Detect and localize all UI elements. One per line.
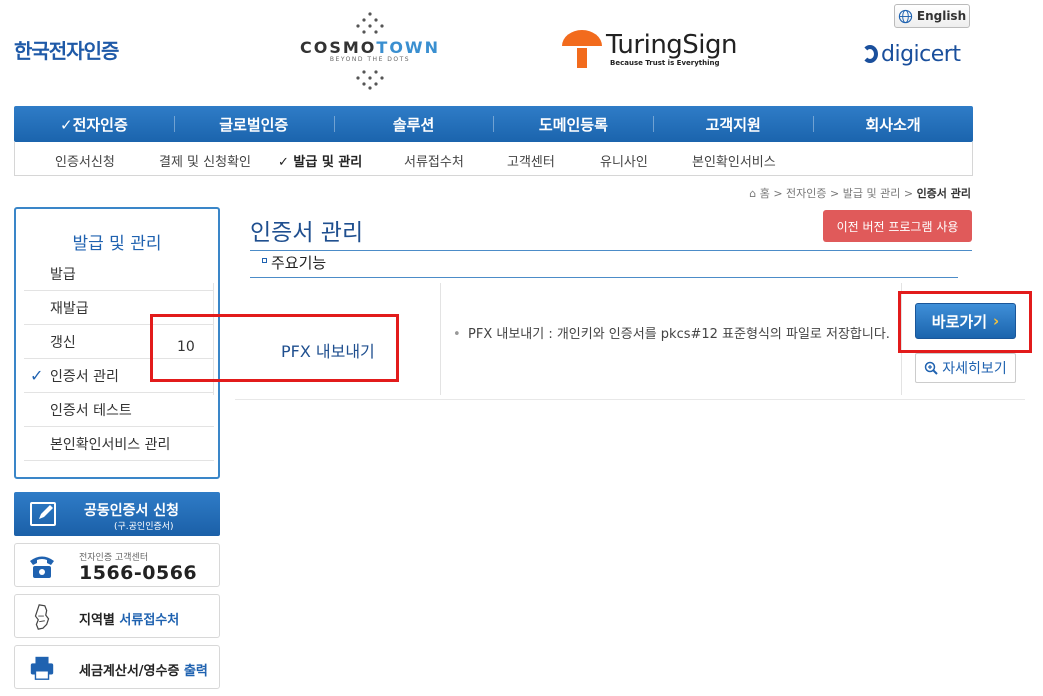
digicert-name: digicert [881, 41, 961, 67]
lnb-item-apply[interactable]: 인증서신청 [55, 151, 115, 170]
pencil-icon [30, 502, 56, 526]
telephone-icon [30, 556, 54, 578]
crosscert-logo[interactable]: 한국전자인증 [14, 34, 119, 64]
detail-view-button[interactable]: 자세히보기 [915, 353, 1016, 383]
apply-cert-banner[interactable]: 공동인증서 신청 (구.공인인증서) [14, 492, 220, 536]
globe-icon [898, 9, 913, 23]
side-menu-item-label: 본인확인서비스 관리 [50, 436, 171, 453]
page-title: 인증서 관리 [250, 220, 364, 246]
gnb-item-domain[interactable]: 도메인등록 [493, 106, 653, 142]
row-bottom-divider [235, 399, 1025, 400]
gnb-item-support[interactable]: 고객지원 [653, 106, 813, 142]
turingsign-mark-icon [562, 30, 602, 68]
region-office-label: 지역별 서류접수처 [79, 613, 180, 628]
highlight-box-function [150, 314, 399, 382]
cosmotown-tagline: BEYOND THE DOTS [329, 56, 411, 63]
lnb-item-payment[interactable]: 결제 및 신청확인 [159, 151, 251, 170]
side-menu-item-label: 재발급 [50, 300, 89, 317]
breadcrumb-current: 인증서 관리 [916, 187, 971, 200]
turingsign-tagline: Because Trust is Everything [610, 59, 720, 67]
square-bullet-icon [262, 258, 267, 263]
lnb-item-identity-service[interactable]: 본인확인서비스 [692, 151, 776, 170]
printer-icon [30, 656, 54, 680]
apply-cert-title: 공동인증서 신청 [84, 503, 180, 519]
check-icon: ✓ [30, 366, 44, 385]
lnb-item-unisign[interactable]: 유니사인 [600, 151, 648, 170]
breadcrumb: ⌂ 홈 > 전자인증 > 발급 및 관리 > 인증서 관리 [749, 185, 971, 201]
gnb-item-e-cert[interactable]: ✓전자인증 [14, 106, 174, 142]
cosmotown-logo[interactable]: COSMOTOWN BEYOND THE DOTS [300, 8, 440, 90]
customer-center-phone: 1566-0566 [79, 562, 198, 584]
breadcrumb-home[interactable]: 홈 [760, 187, 770, 200]
invoice-print-box[interactable]: 세금계산서/영수증 출력 [14, 645, 220, 689]
local-nav: 인증서신청 결제 및 신청확인 ✓ 발급 및 관리 서류접수처 고객센터 유니사… [14, 142, 973, 176]
breadcrumb-path: > 전자인증 > 발급 및 관리 > [773, 187, 914, 200]
turingsign-name: TuringSign [606, 30, 738, 60]
english-button[interactable]: English [894, 4, 970, 28]
highlight-box-go-button [898, 291, 1032, 353]
english-button-label: English [916, 9, 967, 23]
gnb-item-company[interactable]: 회사소개 [813, 106, 973, 142]
side-menu-item-identity-manage[interactable]: 본인확인서비스 관리 [24, 427, 214, 461]
side-menu-title: 발급 및 관리 [72, 234, 162, 254]
lnb-item-doc-office[interactable]: 서류접수처 [404, 151, 464, 170]
lnb-item-customer-center[interactable]: 고객센터 [507, 151, 555, 170]
section-title: 주요기능 [262, 252, 326, 273]
region-office-box[interactable]: 지역별 서류접수처 [14, 594, 220, 638]
detail-view-label: 자세히보기 [942, 361, 1007, 377]
apply-cert-subtitle: (구.공인인증서) [114, 522, 174, 532]
section-divider [250, 277, 958, 278]
gnb-item-global-cert[interactable]: 글로벌인증 [173, 106, 334, 142]
home-icon[interactable]: ⌂ [749, 187, 759, 200]
customer-center-box[interactable]: 전자인증 고객센터 1566-0566 [14, 543, 220, 587]
side-menu-item-label: 인증서 테스트 [50, 402, 132, 419]
digicert-mark-icon [862, 45, 878, 63]
side-menu-item-label: 갱신 [50, 334, 76, 351]
invoice-print-label: 세금계산서/영수증 출력 [79, 664, 208, 679]
digicert-logo[interactable]: digicert [862, 40, 961, 68]
side-menu-item-label: 발급 [50, 266, 76, 283]
cosmotown-name: COSMOTOWN [300, 38, 440, 57]
turingsign-logo[interactable]: TuringSign Because Trust is Everything [560, 28, 750, 72]
gnb-item-solution[interactable]: 솔루션 [333, 106, 494, 142]
row-divider [440, 283, 441, 395]
old-version-program-button[interactable]: 이전 버전 프로그램 사용 [823, 210, 972, 242]
title-divider [250, 250, 972, 251]
crosscert-logo-text: 한국전자인증 [14, 38, 119, 63]
magnifier-plus-icon [925, 361, 939, 375]
lnb-item-issue-manage[interactable]: ✓ 발급 및 관리 [278, 151, 362, 170]
function-description: • PFX 내보내기 : 개인키와 인증서를 pkcs#12 표준형식의 파일로… [453, 327, 890, 342]
global-nav: ✓전자인증 글로벌인증 솔루션 도메인등록 고객지원 회사소개 [14, 106, 973, 142]
korea-map-icon [34, 604, 50, 630]
side-menu-item-label: 인증서 관리 [50, 368, 119, 385]
